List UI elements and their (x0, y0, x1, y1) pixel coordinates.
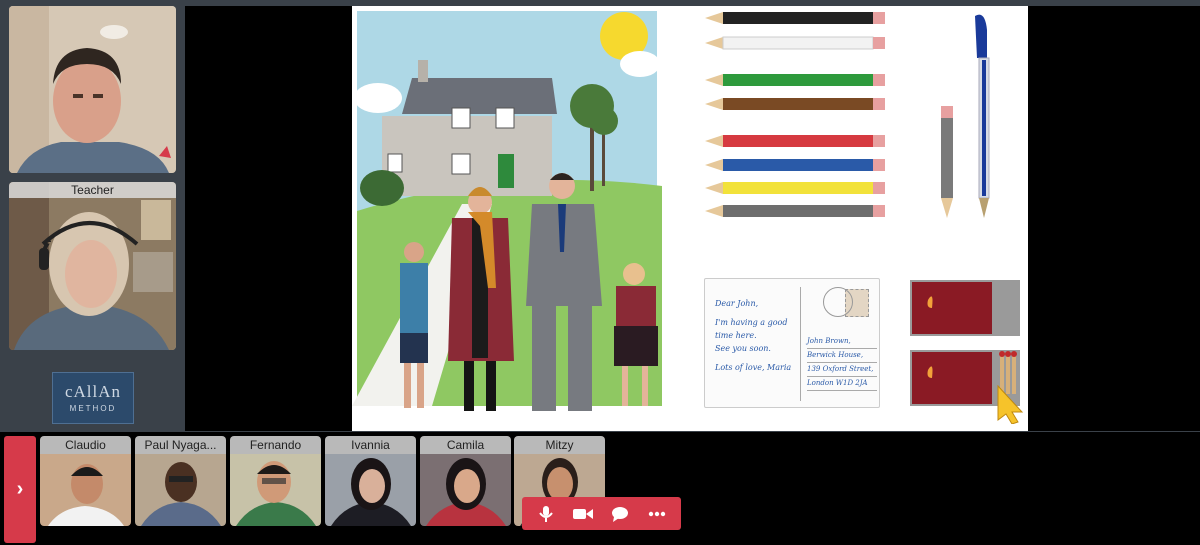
postcard-address-line: London W1D 2JA (807, 377, 877, 391)
family-house-illustration (352, 11, 662, 411)
pencil-white (705, 36, 885, 50)
postcard-address-line: Berwick House, (807, 349, 877, 363)
presentation-stage: Dear John, I'm having a good time here. … (185, 6, 1200, 431)
colored-pencils (705, 12, 885, 217)
chat-bubble-icon[interactable] (608, 502, 632, 526)
participant-tile[interactable]: Fernando (230, 436, 321, 526)
participant-name: Camila (420, 436, 511, 454)
pencil-yellow (705, 182, 885, 194)
participant-name: Fernando (230, 436, 321, 454)
callan-method-logo: cAllAn METHOD (52, 372, 134, 424)
participant-video (135, 454, 226, 526)
video-camera-icon[interactable] (571, 502, 595, 526)
postcard-address-line: John Brown, (807, 335, 877, 349)
participants-bar: › Claudio Paul Nyaga... Fernando Ivannia… (0, 432, 1200, 545)
participant-tile[interactable]: Camila (420, 436, 511, 526)
teacher-name-label: Teacher (9, 182, 176, 198)
pencil-blue (705, 159, 885, 171)
video-class-app: Teacher cAllAn METHOD Dear John, I'm hav… (0, 0, 1200, 545)
participant-tile[interactable]: Ivannia (325, 436, 416, 526)
pencil-and-pen (941, 14, 990, 218)
participant-name: Ivannia (325, 436, 416, 454)
participant-video (325, 454, 416, 526)
teacher-video-tile[interactable]: Teacher (9, 182, 176, 350)
logo-subtitle: METHOD (69, 404, 117, 413)
microphone-icon[interactable] (534, 502, 558, 526)
participant-name: Claudio (40, 436, 131, 454)
pencil-green (705, 74, 885, 86)
participant-tile[interactable]: Paul Nyaga... (135, 436, 226, 526)
postcard-greeting: Dear John, (715, 299, 759, 308)
postcard-address-line: 139 Oxford Street, (807, 363, 877, 377)
participant-name: Paul Nyaga... (135, 436, 226, 454)
participant-video (9, 6, 176, 173)
participant-video (420, 454, 511, 526)
pencil-brown (705, 98, 885, 110)
participant-video-tile[interactable] (9, 6, 176, 173)
postcard-line: I'm having a good (715, 318, 788, 327)
lesson-slide: Dear John, I'm having a good time here. … (352, 6, 1028, 431)
postcard: Dear John, I'm having a good time here. … (704, 278, 880, 408)
postcard-line: See you soon. (715, 344, 771, 353)
pencil-black (705, 12, 885, 24)
participant-video (230, 454, 321, 526)
left-sidebar: Teacher cAllAn METHOD (0, 0, 185, 432)
pencil-red (705, 135, 885, 147)
more-dots-icon[interactable] (645, 502, 669, 526)
mouse-cursor-icon (997, 384, 1024, 424)
participant-tile[interactable]: Claudio (40, 436, 131, 526)
postcard-line: time here. (715, 331, 757, 340)
logo-wordmark: cAllAn (64, 382, 122, 401)
participant-video (40, 454, 131, 526)
postcard-signoff: Lots of love, Maria (715, 363, 792, 372)
call-controls (522, 497, 681, 530)
teacher-video (9, 182, 176, 350)
pencil-grey (705, 205, 885, 217)
chevron-right-icon[interactable]: › (4, 436, 36, 543)
participant-name: Mitzy (514, 436, 605, 454)
